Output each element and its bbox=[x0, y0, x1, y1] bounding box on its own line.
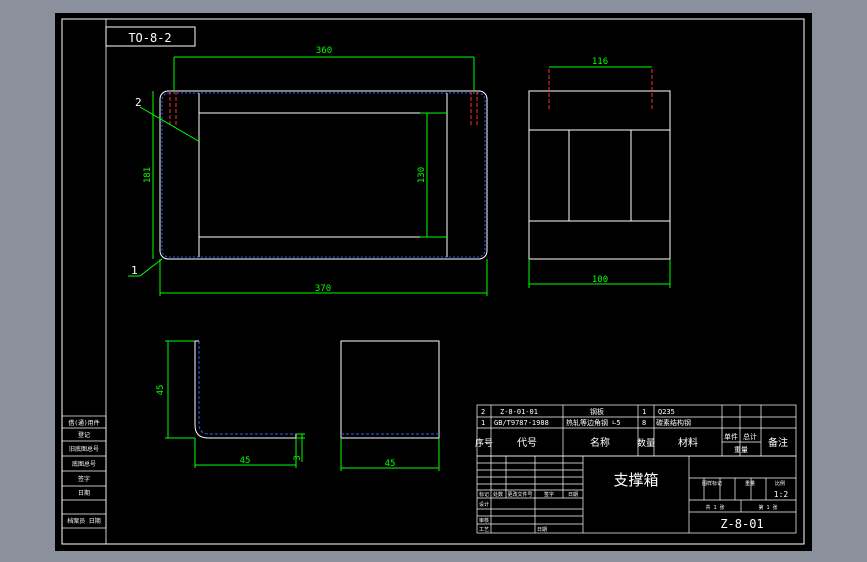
ref-code: TO-8-2 bbox=[128, 31, 171, 45]
dim-angle-side-width: 45 bbox=[385, 459, 396, 469]
rev-label-4: 日期 bbox=[568, 492, 578, 498]
parts-row-1-material: 碳素结构钢 bbox=[656, 418, 691, 427]
dim-inner-130: 130 bbox=[417, 167, 427, 183]
side-panel-row-0: 借(通)用件 bbox=[68, 419, 99, 427]
rev-label-2: 更改文件号 bbox=[507, 491, 532, 498]
drawing-background bbox=[55, 13, 812, 551]
parts-row-1-name: 热轧等边角钢 ∟5 bbox=[566, 418, 621, 427]
parts-row-1-no: 1 bbox=[481, 419, 485, 427]
dim-bottom-370: 370 bbox=[315, 284, 331, 294]
parts-row-0-material: Q235 bbox=[658, 408, 675, 416]
header-total-weight: 总计 bbox=[743, 432, 757, 441]
balloon-2: 2 bbox=[135, 96, 142, 109]
dim-side-100: 100 bbox=[592, 275, 608, 285]
parts-row-0-qty: 1 bbox=[642, 408, 646, 416]
header-name: 名称 bbox=[590, 436, 610, 449]
header-no: 序号 bbox=[475, 437, 493, 449]
sign-label-1: 审核 bbox=[479, 517, 489, 524]
header-remark: 备注 bbox=[768, 436, 788, 449]
side-panel-row-4: 签字 bbox=[78, 475, 90, 483]
parts-row-0-no: 2 bbox=[481, 408, 485, 416]
cad-drawing-sheet: TO-8-2 360 370 181 130 2 1 116 100 45 45… bbox=[55, 13, 812, 551]
header-qty: 数量 bbox=[637, 437, 655, 449]
parts-row-0-code: Z-8-01-01 bbox=[500, 408, 538, 416]
header-code: 代号 bbox=[517, 437, 537, 449]
parts-row-1-qty: 8 bbox=[642, 419, 646, 427]
sheet-number: 第 1 张 bbox=[758, 504, 777, 511]
dim-angle-height: 45 bbox=[156, 385, 166, 396]
weight-label: 重量 bbox=[745, 480, 755, 487]
sign-date-label: 日期 bbox=[537, 527, 547, 533]
drawing-title: 支撑箱 bbox=[613, 471, 658, 489]
rev-label-3: 签字 bbox=[544, 491, 554, 498]
stage-label: 图样标记 bbox=[702, 480, 722, 487]
dim-angle-width: 45 bbox=[240, 456, 251, 466]
side-panel-row-6: 档案员 日期 bbox=[67, 517, 101, 525]
header-weight: 重量 bbox=[734, 446, 748, 454]
rev-label-0: 标记 bbox=[479, 491, 489, 498]
sheets-count: 共 1 张 bbox=[705, 504, 724, 511]
header-material: 材料 bbox=[678, 436, 698, 449]
scale-value: 1:2 bbox=[774, 490, 789, 499]
dim-top-360: 360 bbox=[316, 46, 332, 56]
balloon-1: 1 bbox=[131, 264, 138, 277]
dim-angle-thickness: 3 bbox=[293, 455, 303, 460]
scale-label: 比例 bbox=[775, 480, 785, 487]
side-panel-row-5: 日期 bbox=[78, 489, 90, 497]
rev-label-1: 处数 bbox=[493, 491, 503, 498]
drawing-number: Z-8-01 bbox=[720, 517, 763, 531]
side-panel-row-1: 登记 bbox=[78, 431, 90, 439]
side-panel-row-2: 旧底图总号 bbox=[69, 445, 99, 453]
parts-row-0-name: 钢板 bbox=[590, 407, 604, 416]
sign-label-2: 工艺 bbox=[479, 527, 489, 533]
dim-height-181: 181 bbox=[143, 167, 153, 183]
sign-label-0: 设计 bbox=[479, 501, 489, 508]
parts-row-1-code: GB/T9787-1988 bbox=[494, 419, 549, 427]
dim-side-116: 116 bbox=[592, 57, 608, 67]
header-unit-weight: 单件 bbox=[724, 432, 738, 441]
side-panel-row-3: 底图总号 bbox=[72, 460, 96, 468]
